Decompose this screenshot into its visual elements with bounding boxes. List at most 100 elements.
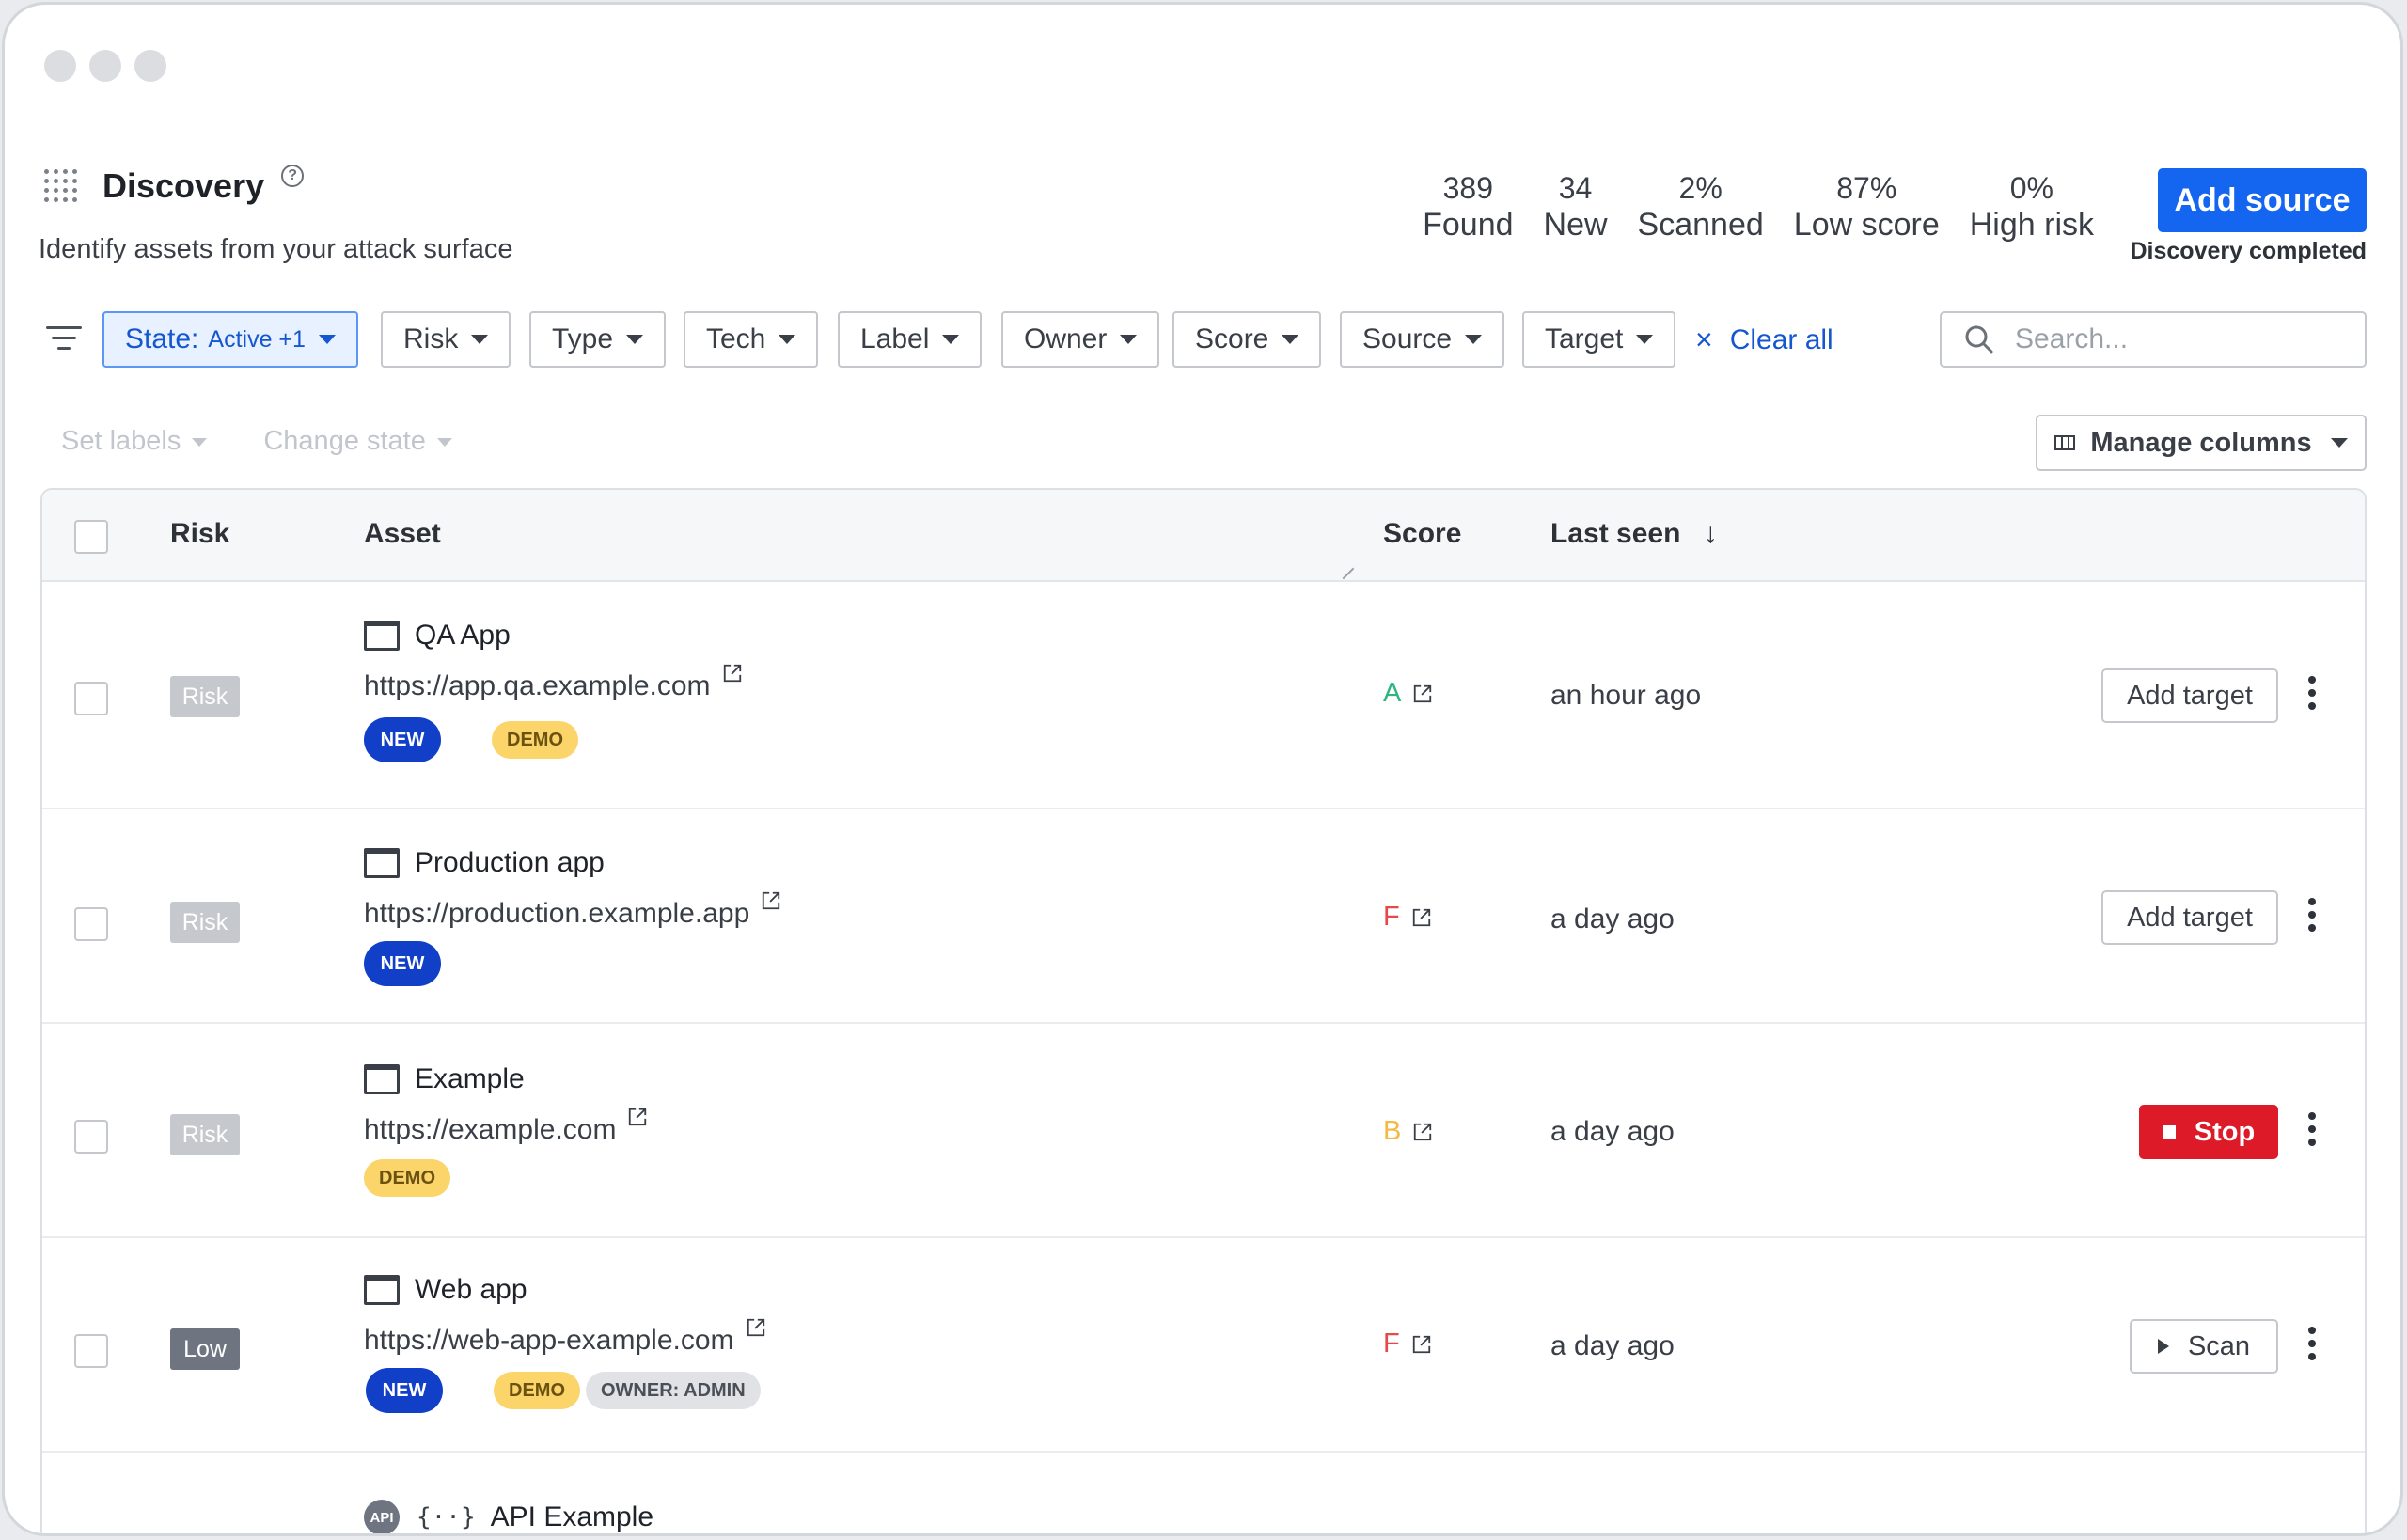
external-link-icon [1411, 1334, 1432, 1355]
api-braces-icon: {··} [417, 1503, 476, 1532]
set-labels-button[interactable]: Set labels [61, 426, 207, 457]
web-app-icon [364, 848, 400, 878]
asset-name[interactable]: QA App [364, 620, 511, 652]
chevron-down-icon [1636, 335, 1653, 344]
asset-url[interactable]: https://example.com [364, 1114, 648, 1146]
asset-url[interactable]: https://web-app-example.com [364, 1325, 766, 1357]
search-input[interactable]: Search... [1940, 311, 2367, 368]
row-checkbox[interactable] [74, 682, 108, 715]
asset-url[interactable]: https://app.qa.example.com [364, 670, 743, 702]
table-row[interactable]: Risk Production app https://production.e… [42, 809, 2365, 1024]
maximize-window-dot[interactable] [134, 50, 166, 82]
stat-value: 34 [1544, 170, 1608, 206]
column-header-last-seen[interactable]: Last seen ↓ [1550, 518, 1718, 550]
asset-tags: NEW DEMO OWNER: ADMIN [364, 1368, 761, 1413]
close-window-dot[interactable] [44, 50, 76, 82]
asset-name[interactable]: Production app [364, 847, 605, 879]
manage-columns-button[interactable]: Manage columns [2036, 415, 2367, 471]
row-checkbox[interactable] [74, 1120, 108, 1154]
more-options-icon[interactable] [2308, 1327, 2316, 1366]
source-filter-chip[interactable]: Source [1340, 311, 1504, 368]
asset-score[interactable]: F [1383, 902, 1432, 933]
external-link-icon[interactable] [761, 890, 781, 911]
clear-all-button[interactable]: × Clear all [1695, 322, 1833, 357]
asset-name-text: API Example [491, 1501, 653, 1533]
asset-name[interactable]: Example [364, 1063, 525, 1095]
owner-filter-chip[interactable]: Owner [1001, 311, 1159, 368]
stat-label: Found [1423, 206, 1513, 244]
filter-bar: State: Active +1 Risk Type Tech Label Ow… [39, 311, 2367, 369]
table-row[interactable]: API {··} API Example [42, 1453, 2365, 1536]
add-target-button[interactable]: Add target [2101, 668, 2278, 723]
change-state-label: Change state [263, 426, 426, 456]
column-resize-handle[interactable] [1333, 558, 1355, 580]
external-link-icon[interactable] [746, 1317, 766, 1338]
external-link-icon [1412, 684, 1433, 704]
asset-score[interactable]: A [1383, 678, 1433, 709]
label-filter-chip[interactable]: Label [838, 311, 982, 368]
asset-url-text: https://app.qa.example.com [364, 670, 711, 702]
filter-icon[interactable] [46, 326, 82, 357]
asset-name[interactable]: API {··} API Example [364, 1500, 653, 1535]
column-header-score[interactable]: Score [1383, 518, 1461, 550]
chevron-down-icon [1282, 335, 1298, 344]
state-filter-label: State: [125, 323, 198, 355]
add-source-button[interactable]: Add source [2158, 168, 2367, 232]
stat-label: High risk [1970, 206, 2094, 244]
chevron-down-icon [471, 335, 488, 344]
external-link-icon[interactable] [627, 1107, 648, 1127]
type-filter-chip[interactable]: Type [529, 311, 666, 368]
external-link-icon[interactable] [722, 663, 743, 684]
stop-scan-button[interactable]: Stop [2139, 1105, 2278, 1159]
chevron-down-icon [2331, 438, 2348, 448]
stat-label: Scanned [1638, 206, 1764, 244]
asset-url[interactable]: https://production.example.app [364, 898, 781, 930]
more-options-icon[interactable] [2308, 898, 2316, 937]
filter-chip-label: Target [1545, 323, 1623, 355]
risk-badge: Risk [170, 1114, 240, 1155]
stop-label: Stop [2195, 1117, 2255, 1148]
table-row[interactable]: Risk Example https://example.com DEMO B … [42, 1024, 2365, 1238]
state-filter-value: Active +1 [208, 326, 306, 354]
asset-score[interactable]: B [1383, 1116, 1433, 1147]
asset-url-text: https://production.example.app [364, 898, 749, 930]
table-row[interactable]: Low Web app https://web-app-example.com … [42, 1238, 2365, 1453]
scan-button[interactable]: Scan [2130, 1319, 2278, 1374]
add-target-button[interactable]: Add target [2101, 890, 2278, 945]
minimize-window-dot[interactable] [89, 50, 121, 82]
column-header-asset[interactable]: Asset [364, 518, 441, 550]
asset-name-text: Web app [415, 1274, 527, 1306]
score-grade: A [1383, 678, 1401, 709]
table-header: Risk Asset Score Last seen ↓ [42, 490, 2365, 582]
search-placeholder: Search... [2015, 323, 2128, 355]
more-options-icon[interactable] [2308, 676, 2316, 715]
stats-summary: 389 Found 34 New 2% Scanned 87% Low scor… [1423, 170, 2094, 244]
help-icon[interactable]: ? [281, 165, 304, 187]
table-row[interactable]: Risk QA App https://app.qa.example.com N… [42, 582, 2365, 809]
asset-tags: NEW DEMO [364, 717, 578, 762]
filter-chip-label: Label [860, 323, 929, 355]
select-all-checkbox[interactable] [74, 520, 108, 554]
asset-score[interactable]: F [1383, 1328, 1432, 1359]
chevron-down-icon [192, 438, 207, 447]
stat-value: 389 [1423, 170, 1513, 206]
target-filter-chip[interactable]: Target [1522, 311, 1675, 368]
scan-label: Scan [2188, 1331, 2250, 1362]
row-checkbox[interactable] [74, 907, 108, 941]
asset-name-text: Production app [415, 847, 605, 879]
score-filter-chip[interactable]: Score [1172, 311, 1321, 368]
score-grade: F [1383, 902, 1400, 933]
asset-name[interactable]: Web app [364, 1274, 527, 1306]
state-filter-chip[interactable]: State: Active +1 [102, 311, 358, 368]
change-state-button[interactable]: Change state [263, 426, 452, 457]
risk-filter-chip[interactable]: Risk [381, 311, 511, 368]
tech-filter-chip[interactable]: Tech [684, 311, 818, 368]
manage-columns-label: Manage columns [2090, 428, 2311, 459]
more-options-icon[interactable] [2308, 1112, 2316, 1152]
page-title: Discovery [102, 166, 264, 206]
discovery-status: Discovery completed [2131, 238, 2368, 265]
last-seen-value: a day ago [1550, 1330, 1675, 1362]
columns-icon [2054, 435, 2075, 450]
row-checkbox[interactable] [74, 1334, 108, 1368]
column-header-risk[interactable]: Risk [170, 518, 229, 550]
